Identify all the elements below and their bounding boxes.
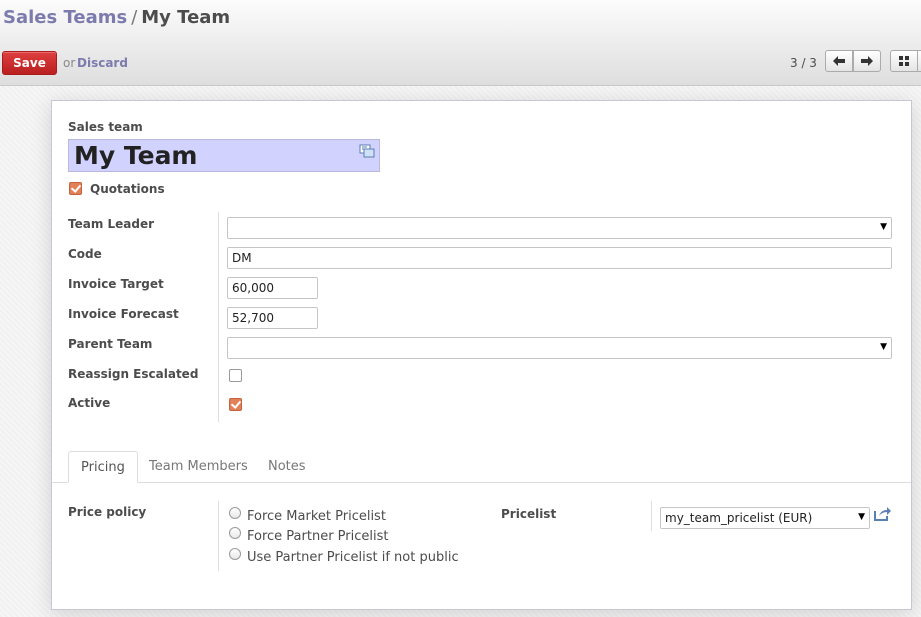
pricelist-divider — [651, 501, 652, 531]
control-panel: Sales Teams / My Team Save or Discard 3 / … — [0, 0, 921, 86]
discard-button[interactable]: Discard — [77, 56, 128, 70]
arrow-right-icon — [861, 56, 873, 66]
save-button[interactable]: Save — [2, 51, 57, 75]
team-leader-select[interactable]: ▼ — [227, 217, 892, 239]
translate-icon[interactable] — [359, 144, 375, 158]
tab-pricing[interactable]: Pricing — [68, 451, 138, 483]
field-divider — [218, 212, 219, 422]
dropdown-arrow-icon: ▼ — [858, 512, 865, 522]
radio-force-market-pricelist[interactable] — [229, 507, 241, 519]
breadcrumb-separator: / — [131, 7, 138, 28]
team-name-input[interactable]: My Team — [68, 139, 380, 172]
parent-team-select[interactable]: ▼ — [227, 337, 892, 359]
team-leader-label: Team Leader — [68, 217, 155, 231]
invoice-forecast-input[interactable]: 52,700 — [227, 307, 318, 329]
code-input[interactable]: DM — [227, 247, 892, 269]
tab-notes[interactable]: Notes — [256, 451, 318, 483]
radio-force-partner-pricelist-label: Force Partner Pricelist — [247, 529, 389, 544]
kanban-view-button[interactable] — [890, 50, 918, 72]
breadcrumb: Sales Teams / My Team — [3, 7, 230, 28]
tab-team-members[interactable]: Team Members — [137, 451, 260, 483]
invoice-target-input[interactable]: 60,000 — [227, 277, 318, 299]
pricing-divider — [218, 501, 219, 571]
kanban-view-icon — [899, 56, 909, 66]
active-label: Active — [68, 396, 111, 410]
radio-use-partner-pricelist[interactable] — [229, 548, 241, 560]
invoice-forecast-label: Invoice Forecast — [68, 307, 179, 321]
pricelist-value: my_team_pricelist (EUR) — [665, 511, 813, 525]
pager-previous-button[interactable] — [825, 50, 853, 72]
form-view-button[interactable] — [917, 50, 921, 72]
radio-force-partner-pricelist[interactable] — [229, 527, 241, 539]
pricelist-label: Pricelist — [501, 507, 557, 521]
pager-next-button[interactable] — [853, 50, 881, 72]
arrow-left-icon — [833, 56, 845, 66]
pager-value: 3 / 3 — [790, 56, 817, 70]
radio-use-partner-pricelist-label: Use Partner Pricelist if not public — [247, 550, 459, 565]
price-policy-label: Price policy — [68, 505, 147, 519]
breadcrumb-parent-link[interactable]: Sales Teams — [3, 7, 127, 28]
radio-force-market-pricelist-label: Force Market Pricelist — [247, 509, 386, 524]
form-sheet: Sales team My Team Quotations Team Leade… — [51, 100, 912, 610]
breadcrumb-current: My Team — [141, 7, 231, 28]
sales-team-label: Sales team — [68, 120, 143, 134]
reassign-escalated-checkbox[interactable] — [229, 369, 242, 382]
reassign-escalated-label: Reassign Escalated — [68, 367, 199, 381]
or-text: or — [63, 56, 76, 70]
invoice-target-label: Invoice Target — [68, 277, 164, 291]
parent-team-label: Parent Team — [68, 337, 153, 351]
dropdown-arrow-icon: ▼ — [880, 222, 887, 232]
team-name-value: My Team — [74, 141, 198, 170]
active-checkbox[interactable] — [229, 398, 242, 411]
external-link-icon[interactable] — [873, 506, 891, 522]
quotations-label: Quotations — [90, 182, 165, 196]
code-label: Code — [68, 247, 102, 261]
quotations-checkbox[interactable] — [69, 182, 82, 195]
dropdown-arrow-icon: ▼ — [880, 342, 887, 352]
pricelist-select[interactable]: my_team_pricelist (EUR) ▼ — [660, 507, 870, 529]
